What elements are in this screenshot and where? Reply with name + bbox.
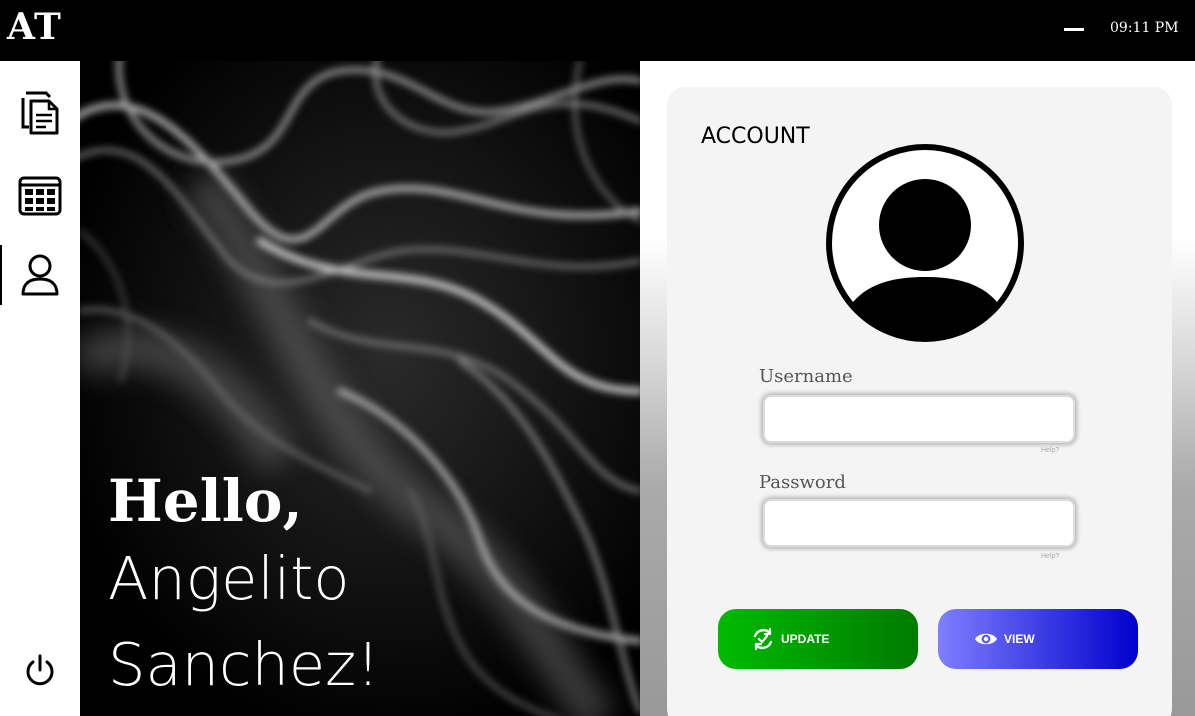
password-label: Password — [759, 472, 846, 493]
username-label: Username — [759, 366, 853, 387]
username-input[interactable] — [763, 395, 1075, 443]
minimize-button[interactable] — [1063, 27, 1085, 33]
title-bar: AT 09:11 PM — [0, 0, 1195, 61]
greeting: Hello, Angelito Sanchez! — [108, 466, 380, 708]
view-button[interactable]: VIEW — [938, 609, 1138, 669]
welcome-panel: Hello, Angelito Sanchez! — [80, 61, 640, 716]
eye-icon — [975, 633, 997, 645]
password-help-link[interactable]: Help? — [1041, 553, 1059, 560]
update-button[interactable]: UPDATE — [718, 609, 918, 669]
documents-icon — [21, 91, 59, 135]
user-icon — [21, 254, 59, 296]
app-logo: AT — [7, 6, 62, 48]
refresh-check-icon — [753, 627, 773, 651]
greeting-hello: Hello, — [108, 467, 303, 535]
clock: 09:11 PM — [1110, 20, 1179, 36]
sidebar-item-grid[interactable] — [0, 166, 80, 226]
power-button[interactable] — [0, 641, 80, 701]
power-icon — [26, 654, 54, 686]
username-help-link[interactable]: Help? — [1041, 447, 1059, 454]
greeting-last-name: Sanchez! — [108, 630, 380, 699]
account-title: ACCOUNT — [701, 124, 810, 149]
sidebar-item-documents[interactable] — [0, 82, 80, 142]
account-panel: ACCOUNT Username Help? Password Help? UP… — [640, 61, 1195, 716]
sidebar-item-account[interactable] — [0, 245, 80, 305]
account-card: ACCOUNT Username Help? Password Help? UP… — [667, 87, 1172, 716]
user-avatar-icon — [826, 144, 1024, 342]
greeting-first-name: Angelito — [108, 544, 350, 613]
view-label: VIEW — [1004, 632, 1035, 646]
update-label: UPDATE — [781, 632, 830, 646]
sidebar — [0, 61, 80, 716]
grid-icon — [18, 176, 62, 216]
password-input[interactable] — [763, 499, 1075, 547]
